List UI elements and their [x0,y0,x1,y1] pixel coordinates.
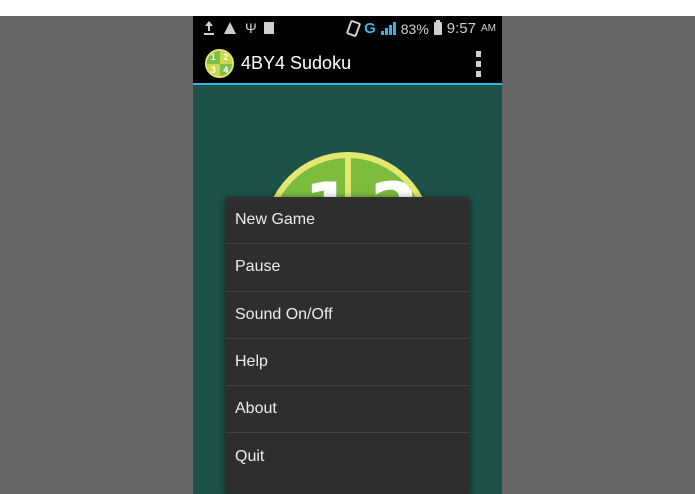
logo-digit-1: 1 [207,51,220,64]
clock-ampm: AM [481,23,496,34]
status-bar-notifications: Ψ [203,21,274,35]
signal-icon [380,22,396,35]
menu-item-about[interactable]: About [226,386,469,434]
clock-time: 9:57 [446,20,476,37]
sd-card-icon [264,22,274,34]
options-menu: New Game Pause Sound On/Off Help About Q… [226,197,469,494]
phone-screen: Ψ G 83% 9:57 AM 1 2 3 4 4BY4 Sudoku 1 2 [193,16,502,494]
network-type: G [364,20,376,37]
status-bar-system: G 83% 9:57 AM [345,19,496,38]
app-title: 4BY4 Sudoku [241,53,352,73]
menu-item-sound-toggle[interactable]: Sound On/Off [226,292,469,339]
top-strip [0,0,695,16]
overflow-menu-icon[interactable] [474,51,482,77]
battery-percent: 83% [400,20,429,37]
action-bar: 1 2 3 4 4BY4 Sudoku [193,43,502,85]
upload-icon [203,21,215,35]
logo-digit-2: 2 [219,51,232,64]
vibrate-icon [345,19,362,38]
menu-item-quit[interactable]: Quit [226,433,469,480]
app-logo-icon: 1 2 3 4 [205,49,234,78]
usb-icon: Ψ [245,20,257,36]
menu-item-help[interactable]: Help [226,339,469,387]
battery-charging-icon [433,20,442,35]
status-bar: Ψ G 83% 9:57 AM [193,16,502,43]
warning-icon [224,22,236,34]
logo-digit-4: 4 [219,63,232,76]
logo-digit-3: 3 [207,63,220,76]
menu-item-new-game[interactable]: New Game [226,197,469,245]
menu-item-pause[interactable]: Pause [226,244,469,292]
